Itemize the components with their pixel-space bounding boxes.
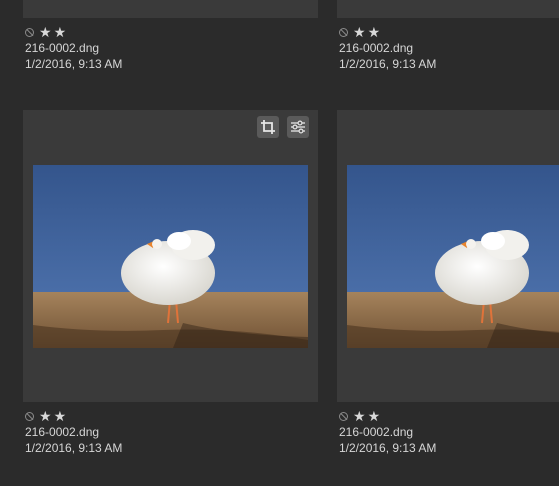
star-icon[interactable]: ★ [368, 25, 381, 39]
goose-photo [347, 165, 559, 348]
star-icon[interactable]: ★ [54, 25, 67, 39]
star-icon[interactable]: ★ [39, 409, 52, 423]
star-icon[interactable]: ★ [353, 25, 366, 39]
capture-date: 1/2/2016, 9:13 AM [25, 441, 123, 455]
star-icon[interactable]: ★ [368, 409, 381, 423]
crop-icon [261, 120, 275, 134]
reject-icon[interactable] [339, 27, 348, 37]
star-icon[interactable]: ★ [39, 25, 52, 39]
cell-meta: ★ ★ 216-0002.dng 1/2/2016, 9:13 AM [339, 408, 436, 456]
star-icon[interactable]: ★ [353, 409, 366, 423]
thumbnail[interactable] [33, 165, 308, 348]
cell-meta: ★ ★ 216-0002.dng 1/2/2016, 9:13 AM [25, 24, 122, 72]
crop-badge[interactable] [257, 116, 279, 138]
filename: 216-0002.dng [25, 425, 100, 439]
capture-date: 1/2/2016, 9:13 AM [339, 57, 437, 71]
reject-icon[interactable] [25, 27, 34, 37]
grid-cell-top-right[interactable] [337, 0, 559, 18]
star-icon[interactable]: ★ [54, 409, 67, 423]
filename: 216-0002.dng [339, 425, 414, 439]
grid-cell-top-left[interactable] [23, 0, 318, 18]
cell-meta: ★ ★ 216-0002.dng 1/2/2016, 9:13 AM [339, 24, 436, 72]
filename: 216-0002.dng [25, 41, 100, 55]
filename: 216-0002.dng [339, 41, 414, 55]
adjustments-badge[interactable] [287, 116, 309, 138]
cell-meta: ★ ★ 216-0002.dng 1/2/2016, 9:13 AM [25, 408, 122, 456]
goose-photo [33, 165, 308, 348]
thumbnail[interactable] [347, 165, 559, 348]
reject-icon[interactable] [339, 411, 348, 421]
capture-date: 1/2/2016, 9:13 AM [339, 441, 437, 455]
grid-cell[interactable] [23, 110, 318, 402]
capture-date: 1/2/2016, 9:13 AM [25, 57, 123, 71]
grid-cell[interactable] [337, 110, 559, 402]
adjustments-icon [291, 120, 305, 134]
reject-icon[interactable] [25, 411, 34, 421]
